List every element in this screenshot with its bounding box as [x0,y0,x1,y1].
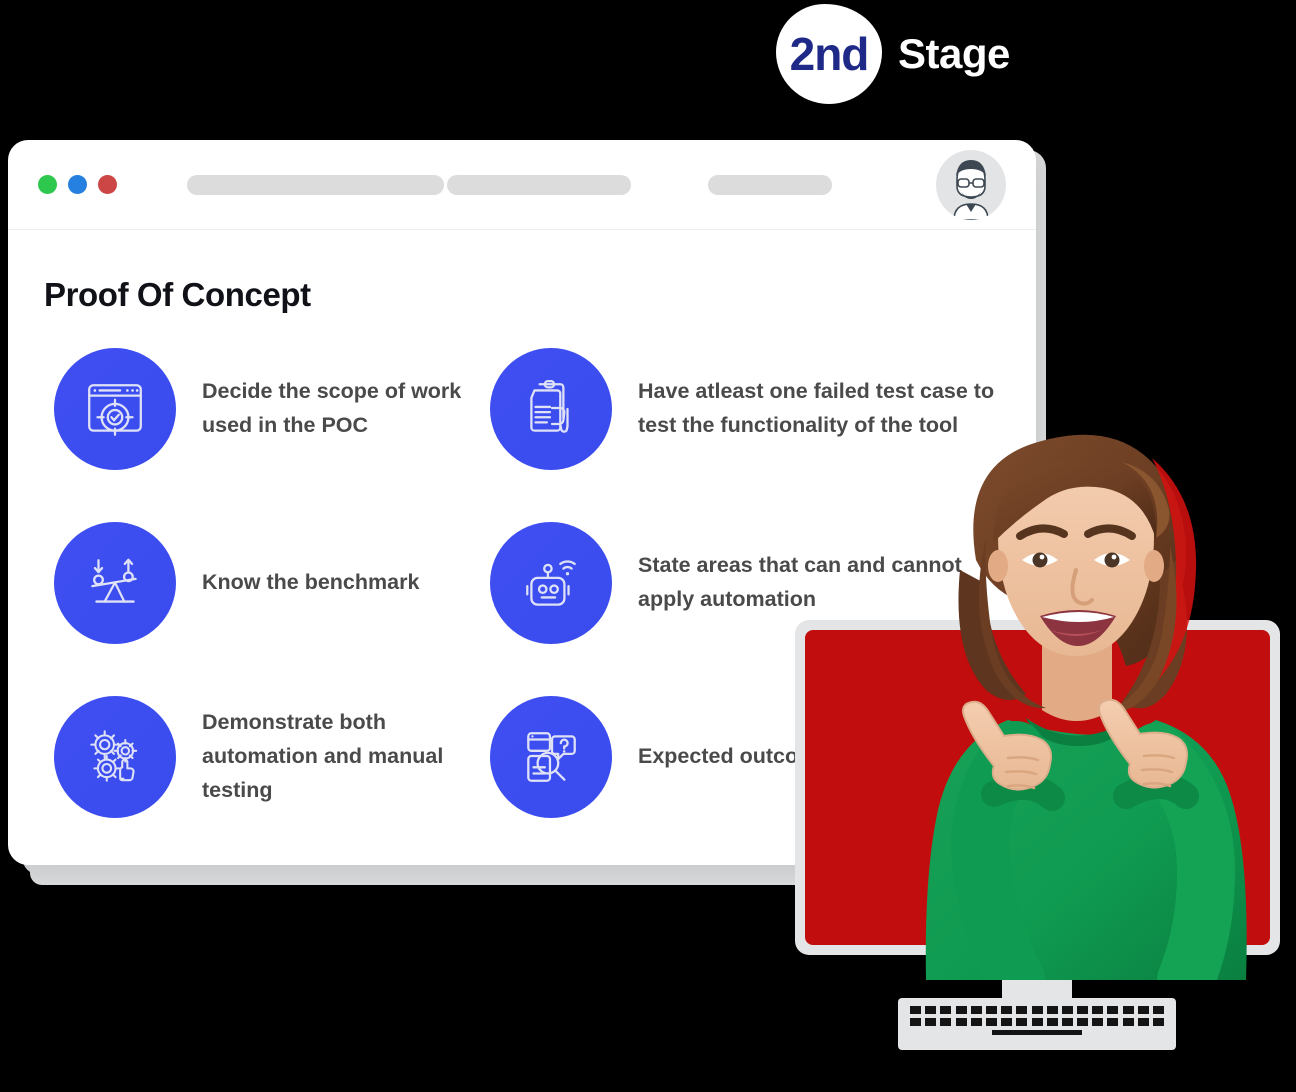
close-window-dot[interactable] [38,175,57,194]
page-root: 2nd Stage Proof Of Concept Decide the sc… [0,0,1296,1092]
key [1107,1018,1119,1026]
gears-hand-icon [54,696,176,818]
key [940,1018,952,1026]
key [1107,1006,1119,1014]
address-bar-left[interactable] [187,174,444,195]
document-search-question-icon [490,696,612,818]
page-title: Proof Of Concept [44,276,311,313]
woman-thumbs-up-photo [890,420,1290,1009]
stage-badge-blob: 2nd [770,2,888,106]
key [1092,1018,1104,1026]
key [985,1018,997,1026]
key [985,1006,997,1014]
robot-wifi-icon [490,522,612,644]
key [1092,1006,1104,1014]
key [910,1018,921,1026]
key [1031,1006,1043,1014]
feature-item-scope[interactable]: Decide the scope of work used in the POC [8,348,480,470]
key [1153,1006,1164,1014]
key [1137,1006,1149,1014]
feature-label: Know the benchmark [202,570,420,595]
key [970,1006,982,1014]
spacebar-key [992,1030,1082,1035]
key [1016,1006,1028,1014]
browser-tab-pill[interactable] [708,174,832,195]
key [925,1006,937,1014]
key [970,1018,982,1026]
traffic-light-controls [38,175,117,194]
keyboard-row-bottom [910,1018,1164,1026]
key [1122,1018,1134,1026]
keyboard-row-top [910,1006,1164,1014]
key [1153,1018,1164,1026]
stage-badge-word: Stage [898,30,1010,77]
feature-item-benchmark[interactable]: Know the benchmark [8,522,480,644]
key [925,1018,937,1026]
key [955,1006,967,1014]
key [1001,1006,1013,1014]
key [1046,1006,1058,1014]
key [1122,1006,1134,1014]
key [1061,1018,1073,1026]
browser-target-icon [54,348,176,470]
key [1137,1018,1149,1026]
browser-toolbar [8,140,1036,230]
feature-label: Decide the scope of work used in the POC [202,379,462,437]
feature-label: Demonstrate both automation and manual t… [202,710,444,802]
keyboard[interactable] [898,998,1176,1050]
address-bar-group [187,174,832,195]
key [1061,1006,1073,1014]
key [955,1018,967,1026]
key [1031,1018,1043,1026]
document-thumbs-down-icon [490,348,612,470]
key [940,1006,952,1014]
stage-badge: 2nd Stage [770,2,1010,106]
avatar-person-icon [953,160,989,220]
seesaw-balance-icon [54,522,176,644]
avatar[interactable] [936,150,1006,220]
key [1077,1006,1089,1014]
maximize-window-dot[interactable] [98,175,117,194]
feature-item-demonstrate[interactable]: Demonstrate both automation and manual t… [8,696,480,818]
stage-badge-number: 2nd [789,28,870,80]
key [1046,1018,1058,1026]
key [1077,1018,1089,1026]
key [1016,1018,1028,1026]
address-bar-right[interactable] [447,174,631,195]
minimize-window-dot[interactable] [68,175,87,194]
key [1001,1018,1013,1026]
key [910,1006,921,1014]
